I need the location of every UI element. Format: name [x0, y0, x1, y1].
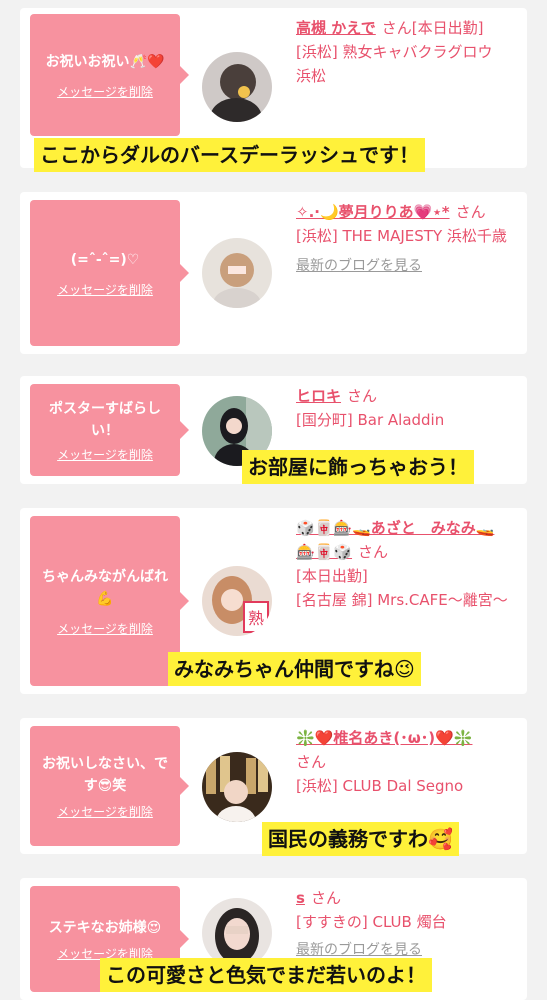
honorific: さん	[347, 387, 378, 405]
delete-message-link[interactable]: メッセージを削除	[57, 620, 153, 637]
sender-info: ヒロキ さん [国分町] Bar Aladdin	[296, 384, 509, 432]
status-tag: [本日出勤]	[296, 567, 368, 585]
overlay-caption: この可愛さと色気でまだ若いのよ！	[100, 958, 432, 992]
avatar[interactable]: 熟	[202, 566, 272, 636]
shop-line: [名古屋 錦] Mrs.CAFE〜離宮〜	[296, 591, 508, 609]
avatar[interactable]	[202, 752, 272, 822]
shop-line: [浜松] 熟女キャバクラグロウ 浜松	[296, 43, 493, 85]
overlay-caption: ここからダルのバースデーラッシュです！	[34, 138, 425, 172]
sender-info: 🎲🀄️🎰🚤あざと みなみ🚤🎰🀄️🎲 さん [本日出勤] [名古屋 錦] Mrs.C…	[296, 516, 509, 612]
overlay-caption: お部屋に飾っちゃおう！	[242, 450, 474, 484]
message-bubble: (=ˆ-ˆ=)♡ メッセージを削除	[30, 200, 189, 346]
message-card: (=ˆ-ˆ=)♡ メッセージを削除 ✧.·🌙夢月りりあ💗⋆* さん [浜松] TH…	[20, 192, 527, 354]
message-text: お祝いしなさい、です😎笑	[42, 755, 168, 794]
svg-text:熟: 熟	[248, 609, 264, 628]
overlay-caption: 国民の義務ですわ🥰	[262, 822, 459, 856]
message-text: お祝いお祝い🥂❤️	[45, 53, 165, 70]
honorific: さん	[310, 889, 341, 907]
shop-line: [国分町] Bar Aladdin	[296, 411, 445, 429]
honorific: さん	[455, 203, 486, 221]
message-text: ポスターすばらしい！	[49, 400, 161, 439]
shop-line: [浜松] THE MAJESTY 浜松千歳	[296, 227, 507, 245]
sender-name-link[interactable]: 🎲🀄️🎰🚤あざと みなみ🚤🎰🀄️🎲	[296, 519, 494, 561]
sender-info: ❇️❤️椎名あき(･ω･)❤️❇️ さん [浜松] CLUB Dal Segno	[296, 726, 509, 798]
shop-line: [浜松] CLUB Dal Segno	[296, 777, 464, 795]
status-tag: [本日出勤]	[411, 19, 484, 37]
message-text: (=ˆ-ˆ=)♡	[70, 251, 140, 268]
latest-blog-link[interactable]: 最新のブログを見る	[296, 254, 509, 278]
sender-name-link[interactable]: 高槻 かえで	[296, 19, 376, 37]
sender-name-link[interactable]: ❇️❤️椎名あき(･ω･)❤️❇️	[296, 729, 472, 747]
sender-name-link[interactable]: ✧.·🌙夢月りりあ💗⋆*	[296, 203, 450, 221]
sender-info: 高槻 かえで さん[本日出勤] [浜松] 熟女キャバクラグロウ 浜松	[296, 16, 509, 88]
message-bubble: ポスターすばらしい！ メッセージを削除	[30, 384, 189, 476]
sender-info: s さん [すすきの] CLUB 燭台 最新のブログを見る	[296, 886, 509, 962]
sender-name-link[interactable]: s	[296, 889, 305, 907]
honorific: さん	[358, 543, 389, 561]
avatar[interactable]	[202, 52, 272, 122]
message-bubble: お祝いお祝い🥂❤️ メッセージを削除	[30, 14, 189, 136]
shop-line: [すすきの] CLUB 燭台	[296, 913, 447, 931]
honorific: さん	[381, 19, 412, 37]
message-bubble: ちゃんみながんばれ💪 メッセージを削除	[30, 516, 189, 686]
message-text: ステキなお姉様😍	[48, 919, 162, 936]
delete-message-link[interactable]: メッセージを削除	[57, 803, 153, 820]
delete-message-link[interactable]: メッセージを削除	[57, 83, 153, 100]
sender-name-link[interactable]: ヒロキ	[296, 387, 341, 405]
message-bubble: お祝いしなさい、です😎笑 メッセージを削除	[30, 726, 189, 846]
delete-message-link[interactable]: メッセージを削除	[57, 281, 153, 298]
honorific: さん	[296, 753, 327, 771]
delete-message-link[interactable]: メッセージを削除	[57, 446, 153, 463]
overlay-caption: みなみちゃん仲間ですね😉	[168, 652, 421, 686]
sender-info: ✧.·🌙夢月りりあ💗⋆* さん [浜松] THE MAJESTY 浜松千歳 最新の…	[296, 200, 509, 278]
avatar[interactable]	[202, 238, 272, 308]
message-text: ちゃんみながんばれ💪	[42, 568, 168, 607]
